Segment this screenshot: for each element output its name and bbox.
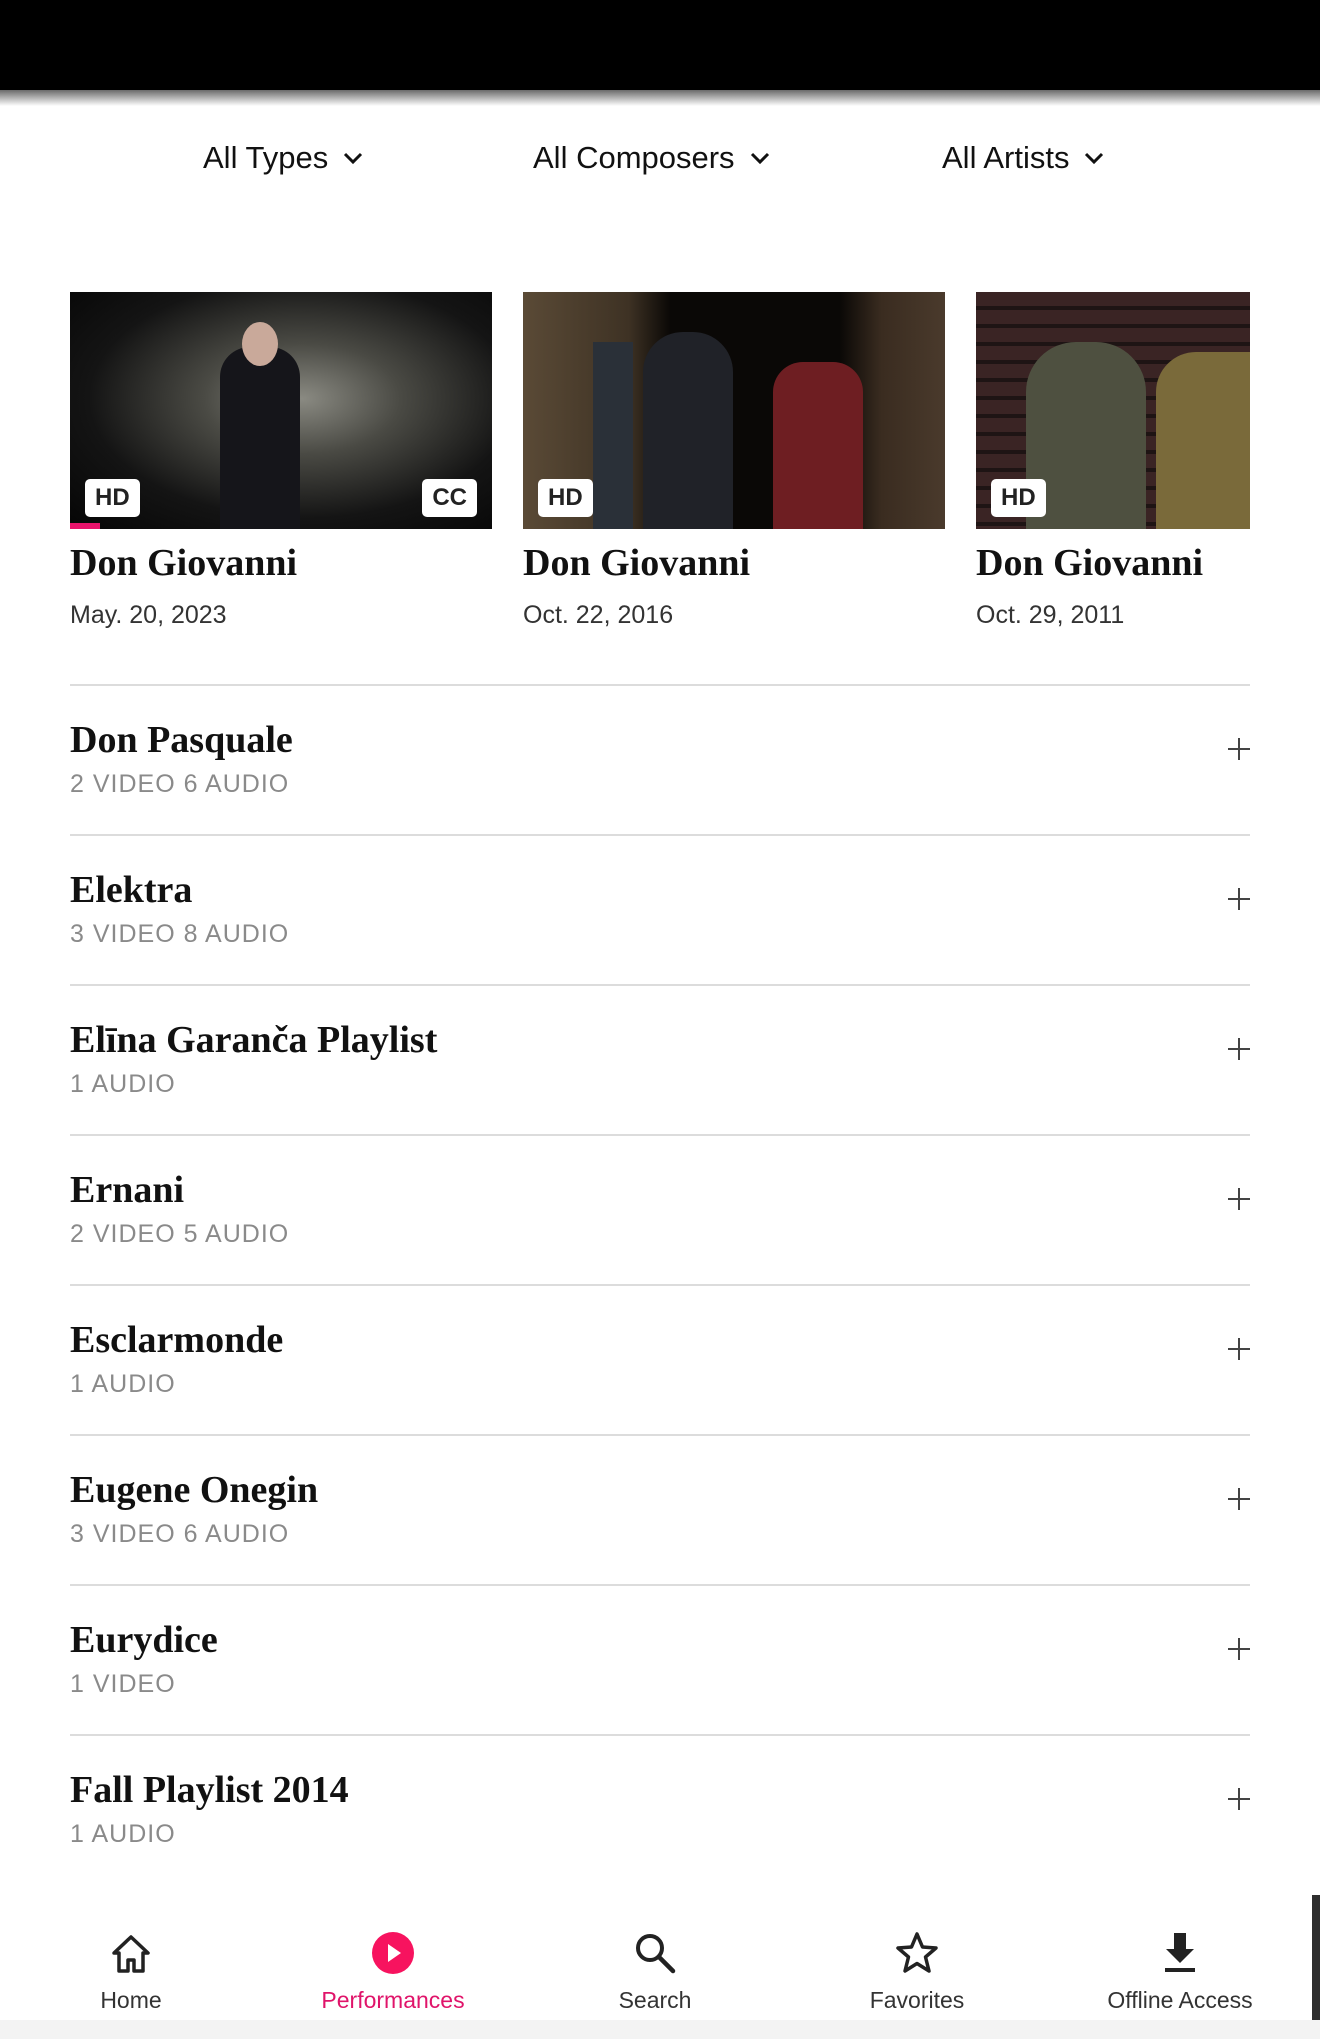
- list-item[interactable]: Esclarmonde 1 AUDIO: [70, 1284, 1250, 1434]
- list-item-counts: 2 VIDEO 5 AUDIO: [70, 1220, 290, 1248]
- nav-home[interactable]: Home: [21, 1875, 241, 2014]
- list-item-title: Fall Playlist 2014: [70, 1769, 349, 1811]
- chevron-down-icon: [1085, 152, 1104, 165]
- list-item[interactable]: Elektra 3 VIDEO 8 AUDIO: [70, 834, 1250, 984]
- performance-card[interactable]: HD CC Don Giovanni May. 20, 2023: [70, 292, 492, 630]
- nav-label: Search: [618, 1987, 692, 2013]
- nav-label: Home: [100, 1987, 162, 2013]
- expand-plus-icon[interactable]: [1228, 1188, 1250, 1210]
- list-item-counts: 1 VIDEO: [70, 1670, 176, 1698]
- performance-card[interactable]: HD Don Giovanni Oct. 29, 2011: [976, 292, 1250, 630]
- list-item[interactable]: Eugene Onegin 3 VIDEO 6 AUDIO: [70, 1434, 1250, 1584]
- list-item-title: Ernani: [70, 1169, 185, 1211]
- home-icon: [112, 1935, 150, 1973]
- expand-plus-icon[interactable]: [1228, 1488, 1250, 1510]
- expand-plus-icon[interactable]: [1228, 1338, 1250, 1360]
- list-item[interactable]: Eurydice 1 VIDEO: [70, 1584, 1250, 1734]
- list-item-title: Eugene Onegin: [70, 1469, 319, 1511]
- performance-thumbnail[interactable]: HD: [523, 292, 945, 529]
- search-icon: [636, 1934, 676, 1974]
- performance-list: Don Pasquale 2 VIDEO 6 AUDIO Elektra 3 V…: [70, 684, 1250, 1886]
- watch-progress-bar: [70, 523, 100, 529]
- nav-label: Offline Access: [1107, 1987, 1253, 2013]
- hd-badge: HD: [991, 479, 1046, 517]
- filter-bar: All Types All Composers All Artists: [0, 140, 1320, 190]
- list-item-counts: 2 VIDEO 6 AUDIO: [70, 770, 290, 798]
- nav-label: Performances: [321, 1987, 465, 2013]
- nav-search[interactable]: Search: [545, 1875, 765, 2014]
- filter-composers-dropdown[interactable]: All Composers: [533, 140, 771, 176]
- cc-badge: CC: [422, 479, 477, 517]
- expand-plus-icon[interactable]: [1228, 888, 1250, 910]
- nav-offline-access[interactable]: Offline Access: [1069, 1875, 1291, 2014]
- list-item[interactable]: Fall Playlist 2014 1 AUDIO: [70, 1734, 1250, 1884]
- featured-carousel[interactable]: HD CC Don Giovanni May. 20, 2023 HD Don …: [70, 292, 1250, 632]
- download-icon: [1165, 1933, 1195, 1972]
- filter-label: All Artists: [942, 140, 1070, 175]
- nav-performances[interactable]: Performances: [283, 1875, 503, 2014]
- list-item-title: Don Pasquale: [70, 719, 293, 761]
- performance-thumbnail[interactable]: HD: [976, 292, 1250, 529]
- card-title[interactable]: Don Giovanni: [523, 541, 945, 585]
- performance-thumbnail[interactable]: HD CC: [70, 292, 492, 529]
- hd-badge: HD: [538, 479, 593, 517]
- list-item-counts: 3 VIDEO 8 AUDIO: [70, 920, 290, 948]
- filter-label: All Types: [203, 140, 329, 175]
- filter-label: All Composers: [533, 140, 735, 175]
- list-item[interactable]: Ernani 2 VIDEO 5 AUDIO: [70, 1134, 1250, 1284]
- star-icon: [896, 1932, 938, 1973]
- expand-plus-icon[interactable]: [1228, 1788, 1250, 1810]
- filter-types-dropdown[interactable]: All Types: [203, 140, 364, 176]
- expand-plus-icon[interactable]: [1228, 1638, 1250, 1660]
- bottom-nav: Home Performances Search Favorites Offli…: [0, 1875, 1320, 2020]
- nav-label: Favorites: [869, 1987, 965, 2013]
- card-date: May. 20, 2023: [70, 601, 227, 629]
- chevron-down-icon: [344, 152, 363, 165]
- status-bar: [0, 0, 1320, 90]
- list-item-counts: 3 VIDEO 6 AUDIO: [70, 1520, 290, 1548]
- header-shadow: [0, 90, 1320, 106]
- card-title[interactable]: Don Giovanni: [976, 541, 1250, 585]
- scrollbar-handle[interactable]: [1312, 1895, 1320, 2020]
- list-item-title: Elektra: [70, 869, 193, 911]
- card-date: Oct. 29, 2011: [976, 601, 1125, 629]
- list-item-title: Eurydice: [70, 1619, 218, 1661]
- list-item-title: Esclarmonde: [70, 1319, 284, 1361]
- play-circle-icon: [372, 1932, 414, 1974]
- expand-plus-icon[interactable]: [1228, 738, 1250, 760]
- chevron-down-icon: [750, 152, 769, 165]
- list-item[interactable]: Elīna Garanča Playlist 1 AUDIO: [70, 984, 1250, 1134]
- filter-artists-dropdown[interactable]: All Artists: [942, 140, 1105, 176]
- card-date: Oct. 22, 2016: [523, 601, 674, 629]
- performance-card[interactable]: HD Don Giovanni Oct. 22, 2016: [523, 292, 945, 630]
- list-item-counts: 1 AUDIO: [70, 1070, 176, 1098]
- list-item-counts: 1 AUDIO: [70, 1370, 176, 1398]
- list-item-counts: 1 AUDIO: [70, 1820, 176, 1848]
- hd-badge: HD: [85, 479, 140, 517]
- bottom-strip: [0, 2020, 1320, 2039]
- card-title[interactable]: Don Giovanni: [70, 541, 492, 585]
- list-item-title: Elīna Garanča Playlist: [70, 1019, 438, 1061]
- expand-plus-icon[interactable]: [1228, 1038, 1250, 1060]
- nav-favorites[interactable]: Favorites: [807, 1875, 1027, 2014]
- list-item[interactable]: Don Pasquale 2 VIDEO 6 AUDIO: [70, 684, 1250, 834]
